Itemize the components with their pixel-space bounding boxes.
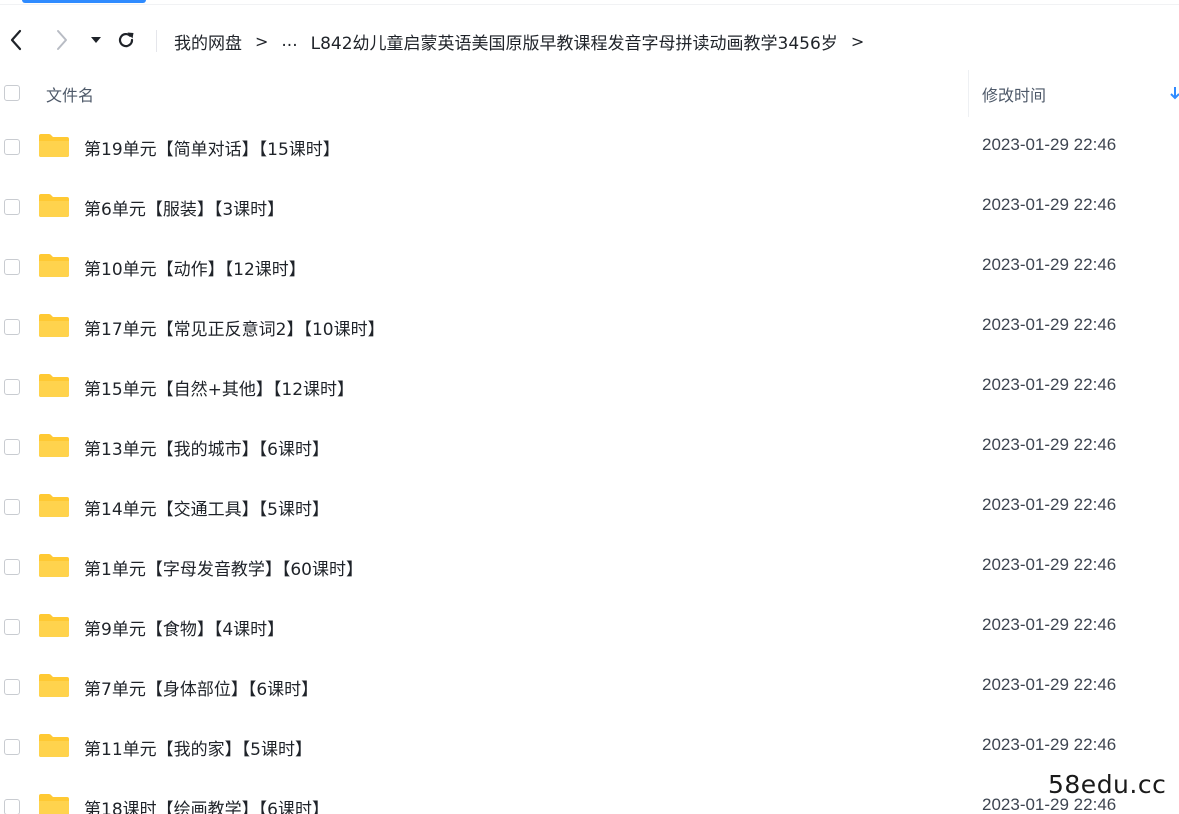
file-name[interactable]: 第14单元【交通工具】【5课时】 bbox=[84, 495, 329, 520]
modified-time: 2023-01-29 22:46 bbox=[982, 675, 1117, 694]
table-row[interactable]: 第10单元【动作】【12课时】 2023-01-29 22:46 bbox=[0, 237, 1179, 297]
file-name[interactable]: 第15单元【自然+其他】【12课时】 bbox=[84, 375, 354, 400]
sort-arrow-icon[interactable] bbox=[1170, 86, 1179, 100]
row-checkbox[interactable] bbox=[4, 679, 20, 695]
table-row[interactable]: 第6单元【服装】【3课时】 2023-01-29 22:46 bbox=[0, 177, 1179, 237]
modified-time: 2023-01-29 22:46 bbox=[982, 495, 1117, 514]
modified-time: 2023-01-29 22:46 bbox=[982, 735, 1117, 754]
row-checkbox[interactable] bbox=[4, 199, 20, 215]
table-row[interactable]: 第14单元【交通工具】【5课时】 2023-01-29 22:46 bbox=[0, 477, 1179, 537]
toolbar-divider bbox=[0, 4, 1179, 5]
modified-time: 2023-01-29 22:46 bbox=[982, 615, 1117, 634]
select-all-checkbox[interactable] bbox=[4, 85, 20, 101]
table-row[interactable]: 第19单元【简单对话】【15课时】 2023-01-29 22:46 bbox=[0, 117, 1179, 177]
forward-button[interactable] bbox=[49, 26, 75, 54]
breadcrumb-root[interactable]: 我的网盘 bbox=[174, 29, 242, 54]
folder-icon bbox=[39, 734, 69, 757]
file-name[interactable]: 第18课时【绘画教学】【6课时】 bbox=[84, 795, 329, 814]
folder-icon bbox=[39, 494, 69, 517]
watermark: 58edu.cc bbox=[1048, 770, 1167, 799]
modified-time: 2023-01-29 22:46 bbox=[982, 315, 1117, 334]
file-name[interactable]: 第10单元【动作】【12课时】 bbox=[84, 255, 306, 280]
row-checkbox[interactable] bbox=[4, 439, 20, 455]
history-dropdown-button[interactable] bbox=[83, 26, 109, 54]
folder-icon bbox=[39, 314, 69, 337]
folder-icon bbox=[39, 674, 69, 697]
back-arrow-icon bbox=[10, 29, 22, 51]
folder-icon bbox=[39, 374, 69, 397]
refresh-icon bbox=[118, 32, 134, 48]
folder-icon bbox=[39, 254, 69, 277]
row-checkbox[interactable] bbox=[4, 739, 20, 755]
row-checkbox[interactable] bbox=[4, 319, 20, 335]
back-button[interactable] bbox=[3, 26, 29, 54]
column-header-name[interactable]: 文件名 bbox=[46, 82, 94, 106]
folder-icon bbox=[39, 794, 69, 814]
row-checkbox[interactable] bbox=[4, 379, 20, 395]
table-row[interactable]: 第9单元【食物】【4课时】 2023-01-29 22:46 bbox=[0, 597, 1179, 657]
file-name[interactable]: 第13单元【我的城市】【6课时】 bbox=[84, 435, 329, 460]
breadcrumb-current[interactable]: L842幼儿童启蒙英语美国原版早教课程发音字母拼读动画教学3456岁 bbox=[311, 29, 838, 54]
breadcrumb-separator: > bbox=[850, 31, 865, 51]
active-tab-indicator bbox=[22, 0, 146, 3]
toolbar-separator bbox=[156, 30, 157, 52]
column-header-modified[interactable]: 修改时间 bbox=[982, 82, 1046, 106]
folder-icon bbox=[39, 434, 69, 457]
row-checkbox[interactable] bbox=[4, 139, 20, 155]
table-row[interactable]: 第11单元【我的家】【5课时】 2023-01-29 22:46 bbox=[0, 717, 1179, 777]
breadcrumb-separator: > bbox=[255, 31, 269, 51]
row-checkbox[interactable] bbox=[4, 619, 20, 635]
modified-time: 2023-01-29 22:46 bbox=[982, 375, 1117, 394]
table-header: 文件名 修改时间 bbox=[0, 70, 1179, 117]
table-row[interactable]: 第1单元【字母发音教学】【60课时】 2023-01-29 22:46 bbox=[0, 537, 1179, 597]
table-row[interactable]: 第13单元【我的城市】【6课时】 2023-01-29 22:46 bbox=[0, 417, 1179, 477]
breadcrumb: 我的网盘 > ... L842幼儿童启蒙英语美国原版早教课程发音字母拼读动画教学… bbox=[174, 29, 877, 54]
modified-time: 2023-01-29 22:46 bbox=[982, 435, 1117, 454]
row-checkbox[interactable] bbox=[4, 799, 20, 814]
file-name[interactable]: 第17单元【常见正反意词2】【10课时】 bbox=[84, 315, 385, 340]
file-name[interactable]: 第7单元【身体部位】【6课时】 bbox=[84, 675, 318, 700]
table-row[interactable]: 第7单元【身体部位】【6课时】 2023-01-29 22:46 bbox=[0, 657, 1179, 717]
row-checkbox[interactable] bbox=[4, 499, 20, 515]
dropdown-triangle-icon bbox=[91, 37, 101, 43]
refresh-button[interactable] bbox=[113, 26, 139, 54]
forward-arrow-icon bbox=[57, 30, 67, 50]
modified-time: 2023-01-29 22:46 bbox=[982, 255, 1117, 274]
modified-time: 2023-01-29 22:46 bbox=[982, 555, 1117, 574]
table-row[interactable]: 第17单元【常见正反意词2】【10课时】 2023-01-29 22:46 bbox=[0, 297, 1179, 357]
file-name[interactable]: 第1单元【字母发音教学】【60课时】 bbox=[84, 555, 363, 580]
toolbar: 我的网盘 > ... L842幼儿童启蒙英语美国原版早教课程发音字母拼读动画教学… bbox=[0, 0, 1179, 70]
file-name[interactable]: 第19单元【简单对话】【15课时】 bbox=[84, 135, 340, 160]
folder-icon bbox=[39, 134, 69, 157]
column-divider[interactable] bbox=[968, 70, 969, 117]
modified-time: 2023-01-29 22:46 bbox=[982, 135, 1117, 154]
file-name[interactable]: 第6单元【服装】【3课时】 bbox=[84, 195, 284, 220]
folder-icon bbox=[39, 614, 69, 637]
folder-icon bbox=[39, 194, 69, 217]
breadcrumb-ellipsis[interactable]: ... bbox=[281, 31, 297, 51]
row-checkbox[interactable] bbox=[4, 259, 20, 275]
file-name[interactable]: 第11单元【我的家】【5课时】 bbox=[84, 735, 312, 760]
table-row[interactable]: 第18课时【绘画教学】【6课时】 2023-01-29 22:46 bbox=[0, 777, 1179, 814]
file-name[interactable]: 第9单元【食物】【4课时】 bbox=[84, 615, 284, 640]
modified-time: 2023-01-29 22:46 bbox=[982, 195, 1117, 214]
folder-icon bbox=[39, 554, 69, 577]
row-checkbox[interactable] bbox=[4, 559, 20, 575]
table-row[interactable]: 第15单元【自然+其他】【12课时】 2023-01-29 22:46 bbox=[0, 357, 1179, 417]
